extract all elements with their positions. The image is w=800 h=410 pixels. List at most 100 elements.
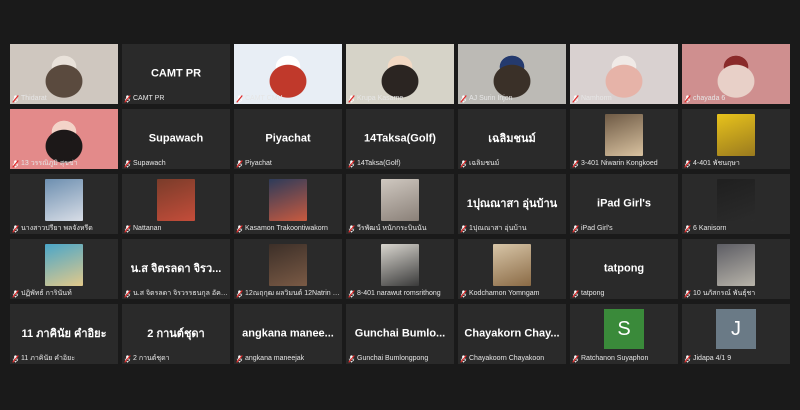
profile-picture bbox=[717, 244, 755, 286]
participant-tile[interactable]: CAMT PR CAMT PR bbox=[122, 44, 230, 104]
muted-mic-icon bbox=[236, 159, 243, 168]
participant-name-tag: Thidarat bbox=[12, 94, 116, 103]
participant-display-name: Chayakorn Chay... bbox=[464, 327, 560, 340]
participant-tile[interactable]: tatpong tatpong bbox=[570, 239, 678, 299]
participant-tile[interactable]: Kodchamon Yomngam bbox=[458, 239, 566, 299]
participant-name-label: AJ Surin Injon bbox=[469, 95, 513, 102]
muted-mic-icon bbox=[348, 159, 355, 168]
participant-name-label: 11 ภาคินัย คำอิยะ bbox=[21, 355, 75, 362]
participant-name-tag: 3-401 Niwarin Kongkoed bbox=[572, 159, 676, 168]
participant-tile[interactable]: Namhorm bbox=[570, 44, 678, 104]
muted-mic-icon bbox=[572, 354, 579, 363]
participant-name-tag: iPad Girl's bbox=[572, 224, 676, 233]
participant-name-tag: Nattanan bbox=[124, 224, 228, 233]
participant-name-label: น.ส จิตรลดา จิรวรรธนกุล อัครสัมพันธุ์... bbox=[133, 290, 228, 297]
muted-mic-icon bbox=[572, 159, 579, 168]
profile-picture bbox=[605, 114, 643, 156]
participant-name-label: Thidarat bbox=[21, 95, 47, 102]
participant-tile[interactable]: นางสาวปรียา พลจังหรีด bbox=[10, 174, 118, 234]
participant-tile[interactable]: S Ratchanon Suyaphon bbox=[570, 304, 678, 364]
muted-mic-icon bbox=[236, 354, 243, 363]
participant-name-tag: Piyachat bbox=[236, 159, 340, 168]
participant-tile[interactable]: AJ Surin Injon bbox=[458, 44, 566, 104]
participant-name-tag: ปฏิพัทธ์ การินันท์ bbox=[12, 289, 116, 298]
participant-name-tag: 4-401 พัชนฤษา bbox=[684, 159, 788, 168]
participant-tile[interactable]: Chayakorn Chay... Chayakoorn Chayakoon bbox=[458, 304, 566, 364]
participant-tile[interactable]: 14Taksa(Golf) 14Taksa(Golf) bbox=[346, 109, 454, 169]
participant-tile[interactable]: ปฏิพัทธ์ การินันท์ bbox=[10, 239, 118, 299]
participant-name-tag: Jidapa 4/1 9 bbox=[684, 354, 788, 363]
muted-mic-icon bbox=[12, 159, 19, 168]
participant-tile[interactable]: CAMT CMU bbox=[234, 44, 342, 104]
participant-name-label: Kodchamon Yomngam bbox=[469, 290, 540, 297]
participant-name-tag: 8-401 narawut romsrithong bbox=[348, 289, 452, 298]
participant-name-tag: Ratchanon Suyaphon bbox=[572, 354, 676, 363]
muted-mic-icon bbox=[236, 289, 243, 298]
participant-tile[interactable]: J Jidapa 4/1 9 bbox=[682, 304, 790, 364]
participant-name-label: วีรพัฒน์ หนักกระบินนัน bbox=[357, 225, 427, 232]
participant-tile[interactable]: 13 วรรณิภูมิ สุขข่า bbox=[10, 109, 118, 169]
participant-name-label: 12ณฤกุฒ ผลวิมนต์ 12Natrin M... bbox=[245, 290, 340, 297]
participant-tile[interactable]: 11 ภาคินัย คำอิยะ 11 ภาคินัย คำอิยะ bbox=[10, 304, 118, 364]
muted-mic-icon bbox=[124, 224, 131, 233]
participant-name-label: CAMT CMU bbox=[245, 95, 283, 102]
profile-picture bbox=[717, 179, 755, 221]
participant-tile[interactable]: 2 กานต์ชุดา 2 กานต์ชุดา bbox=[122, 304, 230, 364]
participant-tile[interactable]: Nattanan bbox=[122, 174, 230, 234]
muted-mic-icon bbox=[460, 159, 467, 168]
participant-tile[interactable]: 1ปุณณาสา อุ่นบ้าน 1ปุณณาสา อุ่นบ้าน bbox=[458, 174, 566, 234]
muted-mic-icon bbox=[684, 289, 691, 298]
participant-tile[interactable]: iPad Girl's iPad Girl's bbox=[570, 174, 678, 234]
muted-mic-icon bbox=[572, 289, 579, 298]
participant-name-tag: CAMT CMU bbox=[236, 94, 340, 103]
participant-tile[interactable]: วีรพัฒน์ หนักกระบินนัน bbox=[346, 174, 454, 234]
participant-tile[interactable]: Piyachat Piyachat bbox=[234, 109, 342, 169]
profile-picture bbox=[45, 244, 83, 286]
participant-name-label: Namhorm bbox=[581, 95, 612, 102]
participant-name-label: Kasamon Trakoontiwakorn bbox=[245, 225, 328, 232]
participant-tile[interactable]: Gunchai Bumlo... Gunchai Bumlongpong bbox=[346, 304, 454, 364]
participant-name-tag: CAMT PR bbox=[124, 94, 228, 103]
participant-name-tag: น.ส จิตรลดา จิรวรรธนกุล อัครสัมพันธุ์... bbox=[124, 289, 228, 298]
profile-picture bbox=[269, 244, 307, 286]
participant-tile[interactable]: Thidarat bbox=[10, 44, 118, 104]
participant-name-tag: 6 Kanisorn bbox=[684, 224, 788, 233]
participant-tile[interactable]: Krupa Kasame bbox=[346, 44, 454, 104]
participant-tile[interactable]: 8-401 narawut romsrithong bbox=[346, 239, 454, 299]
participant-name-label: Jidapa 4/1 9 bbox=[693, 355, 732, 362]
participant-tile[interactable]: 10 นภัสกรณ์ พันธุ์ชา bbox=[682, 239, 790, 299]
participant-name-label: เฉลิมชนม์ bbox=[469, 160, 500, 167]
participant-tile[interactable]: Kasamon Trakoontiwakorn bbox=[234, 174, 342, 234]
participant-name-label: 10 นภัสกรณ์ พันธุ์ชา bbox=[693, 290, 756, 297]
participant-tile[interactable]: chayada 6 bbox=[682, 44, 790, 104]
participant-tile[interactable]: angkana manee... angkana maneejak bbox=[234, 304, 342, 364]
participant-name-tag: chayada 6 bbox=[684, 94, 788, 103]
profile-picture bbox=[45, 179, 83, 221]
muted-mic-icon bbox=[348, 289, 355, 298]
participant-name-label: Piyachat bbox=[245, 160, 272, 167]
participant-name-label: ปฏิพัทธ์ การินันท์ bbox=[21, 290, 72, 297]
participant-tile[interactable]: น.ส จิตรลดา จิรว... น.ส จิตรลดา จิรวรรธนก… bbox=[122, 239, 230, 299]
participant-name-tag: Krupa Kasame bbox=[348, 94, 452, 103]
muted-mic-icon bbox=[12, 94, 19, 103]
muted-mic-icon bbox=[124, 289, 131, 298]
participant-name-label: 1ปุณณาสา อุ่นบ้าน bbox=[469, 225, 527, 232]
participant-name-label: นางสาวปรียา พลจังหรีด bbox=[21, 225, 93, 232]
participant-tile[interactable]: 6 Kanisorn bbox=[682, 174, 790, 234]
participant-name-tag: นางสาวปรียา พลจังหรีด bbox=[12, 224, 116, 233]
participant-name-label: 6 Kanisorn bbox=[693, 225, 727, 232]
participant-tile[interactable]: 4-401 พัชนฤษา bbox=[682, 109, 790, 169]
participant-display-name: 2 กานต์ชุดา bbox=[147, 328, 205, 341]
participant-name-label: chayada 6 bbox=[693, 95, 726, 102]
participant-tile[interactable]: 3-401 Niwarin Kongkoed bbox=[570, 109, 678, 169]
participant-name-label: 8-401 narawut romsrithong bbox=[357, 290, 441, 297]
participant-name-tag: เฉลิมชนม์ bbox=[460, 159, 564, 168]
participant-tile[interactable]: 12ณฤกุฒ ผลวิมนต์ 12Natrin M... bbox=[234, 239, 342, 299]
muted-mic-icon bbox=[236, 224, 243, 233]
profile-picture bbox=[381, 244, 419, 286]
participant-name-label: Ratchanon Suyaphon bbox=[581, 355, 649, 362]
participant-display-name: เฉลิมชนม์ bbox=[488, 133, 536, 146]
participant-tile[interactable]: เฉลิมชนม์ เฉลิมชนม์ bbox=[458, 109, 566, 169]
participant-display-name: Piyachat bbox=[265, 132, 311, 145]
participant-tile[interactable]: Supawach Supawach bbox=[122, 109, 230, 169]
